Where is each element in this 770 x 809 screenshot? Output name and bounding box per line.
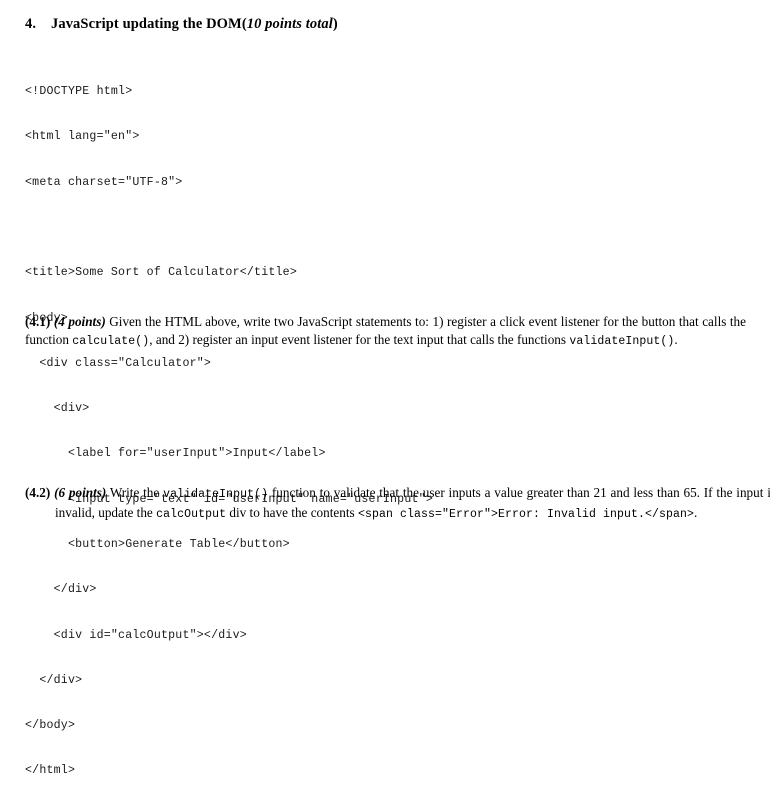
question-4-1-inline-code-validateinput: validateInput() bbox=[569, 335, 675, 349]
question-4-2-points: (6 points) bbox=[54, 485, 107, 500]
question-4-2: (4.2) (6 points) Write the validateInput… bbox=[25, 484, 770, 525]
question-points-total: 10 points total bbox=[246, 16, 333, 32]
question-4-2-inline-code-error-span: <span class="Error">Error: Invalid input… bbox=[357, 508, 694, 522]
html-code-block: <!DOCTYPE html> <html lang="en"> <meta c… bbox=[25, 54, 433, 809]
exam-page: 4. JavaScript updating the DOM(10 points … bbox=[0, 0, 770, 777]
code-line: <div class="Calculator"> bbox=[25, 356, 212, 370]
question-4-1: (4.1) (4 points) Given the HTML above, w… bbox=[25, 313, 746, 352]
question-4-2-label: (4.2) bbox=[25, 485, 51, 500]
question-4-1-points: (4 points) bbox=[53, 314, 106, 329]
code-line: <label for="userInput">Input</label> bbox=[25, 447, 326, 461]
code-line: </body> bbox=[25, 719, 76, 733]
question-4-1-label: (4.1) bbox=[25, 314, 51, 329]
code-line: <meta charset="UTF-8"> bbox=[25, 175, 183, 189]
heading-paren-close: ) bbox=[332, 16, 338, 32]
code-line: <html lang="en"> bbox=[25, 130, 140, 144]
code-line: <div id="calcOutput"></div> bbox=[25, 628, 247, 642]
question-4-2-inline-code-validateinput: validateInput() bbox=[163, 488, 269, 501]
question-title: JavaScript updating the DOM bbox=[51, 16, 242, 32]
question-4-1-text-part-2: , and 2) register an input event listene… bbox=[149, 332, 570, 348]
question-4-2-text-part-1: Write the bbox=[106, 485, 164, 500]
code-line: </div> bbox=[25, 673, 83, 687]
code-line: <title>Some Sort of Calculator</title> bbox=[25, 266, 297, 280]
code-line: <!DOCTYPE html> bbox=[25, 85, 133, 99]
question-4-1-inline-code-calculate: calculate() bbox=[72, 335, 150, 349]
code-line: <button>Generate Table</button> bbox=[25, 538, 290, 551]
question-4-2-text-part-4: . bbox=[694, 505, 698, 521]
question-4-1-text-part-3: . bbox=[674, 332, 678, 348]
code-line: </div> bbox=[25, 583, 97, 597]
question-number: 4. bbox=[25, 16, 37, 32]
code-line: <div> bbox=[25, 402, 90, 416]
code-line: </html> bbox=[25, 764, 76, 778]
question-4-2-inline-code-calcoutput: calcOutput bbox=[156, 508, 227, 522]
question-heading: 4. JavaScript updating the DOM(10 points … bbox=[25, 16, 338, 33]
question-4-2-text-part-3: div to have the contents bbox=[226, 505, 358, 521]
